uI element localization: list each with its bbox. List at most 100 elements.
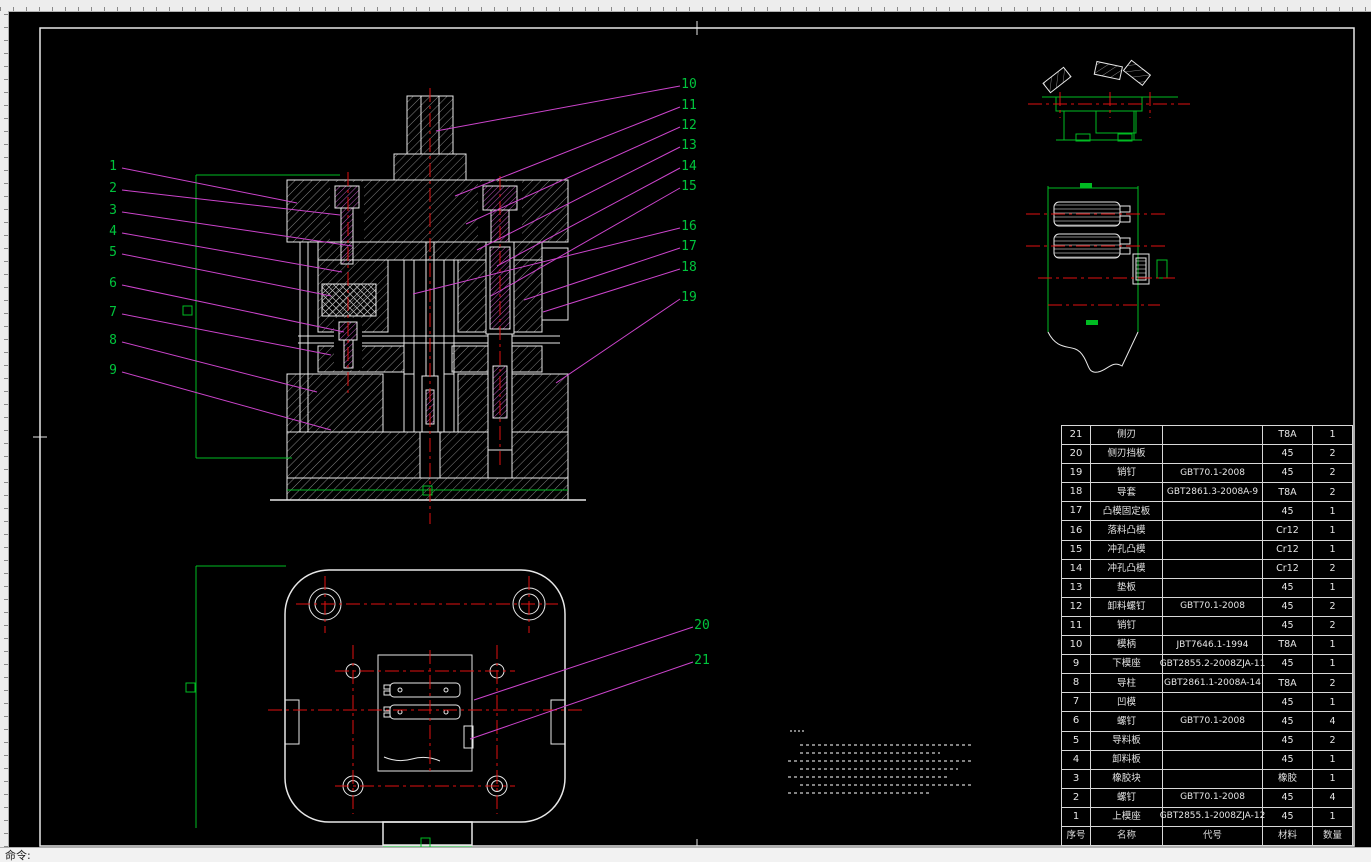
bom-cell: 2 (1312, 560, 1352, 578)
callout-number-21[interactable]: 21 (694, 653, 710, 668)
callout-number-4[interactable]: 4 (109, 224, 117, 239)
bom-row[interactable]: 15冲孔凸模Cr121 (1062, 540, 1352, 559)
vertical-ruler[interactable] (0, 11, 9, 847)
bom-cell: 导料板 (1090, 732, 1162, 750)
bom-row[interactable]: 12卸料螺钉GBT70.1-2008452 (1062, 597, 1352, 616)
bom-cell: T8A (1262, 636, 1312, 654)
strip-layout-view[interactable] (1026, 183, 1175, 372)
horizontal-ruler[interactable] (0, 0, 1371, 12)
callout-number-10[interactable]: 10 (681, 77, 697, 92)
bom-row[interactable]: 6螺钉GBT70.1-2008454 (1062, 711, 1352, 730)
callout-number-13[interactable]: 13 (681, 138, 697, 153)
bom-row[interactable]: 3橡胶块橡胶1 (1062, 769, 1352, 788)
bom-row[interactable]: 20侧刃挡板452 (1062, 444, 1352, 463)
bom-cell: 4 (1062, 751, 1090, 769)
bom-cell: 材料 (1262, 827, 1312, 845)
callout-number-16[interactable]: 16 (681, 219, 697, 234)
callout-number-7[interactable]: 7 (109, 305, 117, 320)
bom-cell: 6 (1062, 712, 1090, 730)
bom-cell: 凹模 (1090, 693, 1162, 711)
leader-line-20 (474, 627, 693, 700)
bom-row[interactable]: 7凹模451 (1062, 692, 1352, 711)
bom-cell: 13 (1062, 579, 1090, 597)
bom-cell: 2 (1312, 674, 1352, 692)
leader-line-8 (122, 342, 317, 392)
bom-cell: T8A (1262, 483, 1312, 501)
bom-cell: 15 (1062, 541, 1090, 559)
bom-cell: 垫板 (1090, 579, 1162, 597)
bom-row[interactable]: 14冲孔凸模Cr122 (1062, 559, 1352, 578)
bom-cell (1162, 770, 1262, 788)
bom-cell: 45 (1262, 693, 1312, 711)
bom-row[interactable]: 16落料凸模Cr121 (1062, 520, 1352, 539)
bom-cell: 1 (1312, 693, 1352, 711)
bom-cell: GBT70.1-2008 (1162, 464, 1262, 482)
callout-number-8[interactable]: 8 (109, 333, 117, 348)
bom-cell: 凸模固定板 (1090, 502, 1162, 520)
bom-cell: 5 (1062, 732, 1090, 750)
bom-row[interactable]: 1上模座GBT2855.1-2008ZJA-12451 (1062, 807, 1352, 826)
bom-row[interactable]: 19销钉GBT70.1-2008452 (1062, 463, 1352, 482)
callout-number-19[interactable]: 19 (681, 290, 697, 305)
bom-cell: 1 (1312, 541, 1352, 559)
detail-view-side-cutter[interactable] (1028, 60, 1190, 141)
bom-row[interactable]: 5导料板 452 (1062, 731, 1352, 750)
bom-cell: 45 (1262, 751, 1312, 769)
bom-cell: 17 (1062, 502, 1090, 520)
callout-number-9[interactable]: 9 (109, 363, 117, 378)
bom-cell: 1 (1062, 808, 1090, 826)
plan-view[interactable] (186, 566, 586, 847)
bom-cell (1162, 693, 1262, 711)
callout-number-15[interactable]: 15 (681, 179, 697, 194)
bom-cell: GBT2855.1-2008ZJA-12 (1162, 808, 1262, 826)
bom-row[interactable]: 13垫板451 (1062, 578, 1352, 597)
bom-cell: 2 (1312, 617, 1352, 635)
bom-cell: Cr12 (1262, 521, 1312, 539)
callout-number-14[interactable]: 14 (681, 159, 697, 174)
callout-number-5[interactable]: 5 (109, 245, 117, 260)
bom-row[interactable]: 11销钉452 (1062, 616, 1352, 635)
callout-number-18[interactable]: 18 (681, 260, 697, 275)
leader-line-12 (466, 127, 680, 224)
bom-cell: GBT70.1-2008 (1162, 712, 1262, 730)
bom-cell: 1 (1312, 655, 1352, 673)
command-prompt[interactable]: 命令: (5, 847, 31, 862)
status-bar[interactable]: 命令: (0, 847, 1371, 862)
main-assembly-section-view[interactable] (183, 88, 586, 524)
bom-cell: 橡胶 (1262, 770, 1312, 788)
callout-number-12[interactable]: 12 (681, 118, 697, 133)
bom-row[interactable]: 2螺钉GBT70.1-2008454 (1062, 788, 1352, 807)
bom-cell (1162, 732, 1262, 750)
bom-cell: 45 (1262, 655, 1312, 673)
bom-cell: 45 (1262, 732, 1312, 750)
callout-number-1[interactable]: 1 (109, 159, 117, 174)
bom-cell: 2 (1312, 483, 1352, 501)
bom-cell: GBT2861.3-2008A-9 (1162, 483, 1262, 501)
bom-row[interactable]: 8导柱GBT2861.1-2008A-14T8A2 (1062, 673, 1352, 692)
bom-row[interactable]: 21侧刃T8A1 (1062, 426, 1352, 444)
bom-cell: 1 (1312, 426, 1352, 444)
callout-number-11[interactable]: 11 (681, 98, 697, 113)
bom-row[interactable]: 9下模座GBT2855.2-2008ZJA-11451 (1062, 654, 1352, 673)
bom-header-row[interactable]: 序号名称代号材料数量 (1062, 826, 1352, 845)
callout-number-2[interactable]: 2 (109, 181, 117, 196)
bom-row[interactable]: 10模柄JBT7646.1-1994T8A1 (1062, 635, 1352, 654)
bom-row[interactable]: 17凸模固定板451 (1062, 501, 1352, 520)
bom-cell: 上模座 (1090, 808, 1162, 826)
bom-row[interactable]: 4卸料板451 (1062, 750, 1352, 769)
bom-cell: 螺钉 (1090, 712, 1162, 730)
bom-row[interactable]: 18导套GBT2861.3-2008A-9T8A2 (1062, 482, 1352, 501)
callout-number-3[interactable]: 3 (109, 203, 117, 218)
bom-cell: Cr12 (1262, 560, 1312, 578)
bom-cell: 2 (1312, 445, 1352, 463)
callout-number-17[interactable]: 17 (681, 239, 697, 254)
bom-cell: 1 (1312, 579, 1352, 597)
bom-cell: 2 (1312, 598, 1352, 616)
bom-cell: 45 (1262, 502, 1312, 520)
bom-cell: GBT70.1-2008 (1162, 789, 1262, 807)
bom-cell (1162, 445, 1262, 463)
bom-cell: 11 (1062, 617, 1090, 635)
callout-number-6[interactable]: 6 (109, 276, 117, 291)
bom-cell: 2 (1312, 732, 1352, 750)
callout-number-20[interactable]: 20 (694, 618, 710, 633)
